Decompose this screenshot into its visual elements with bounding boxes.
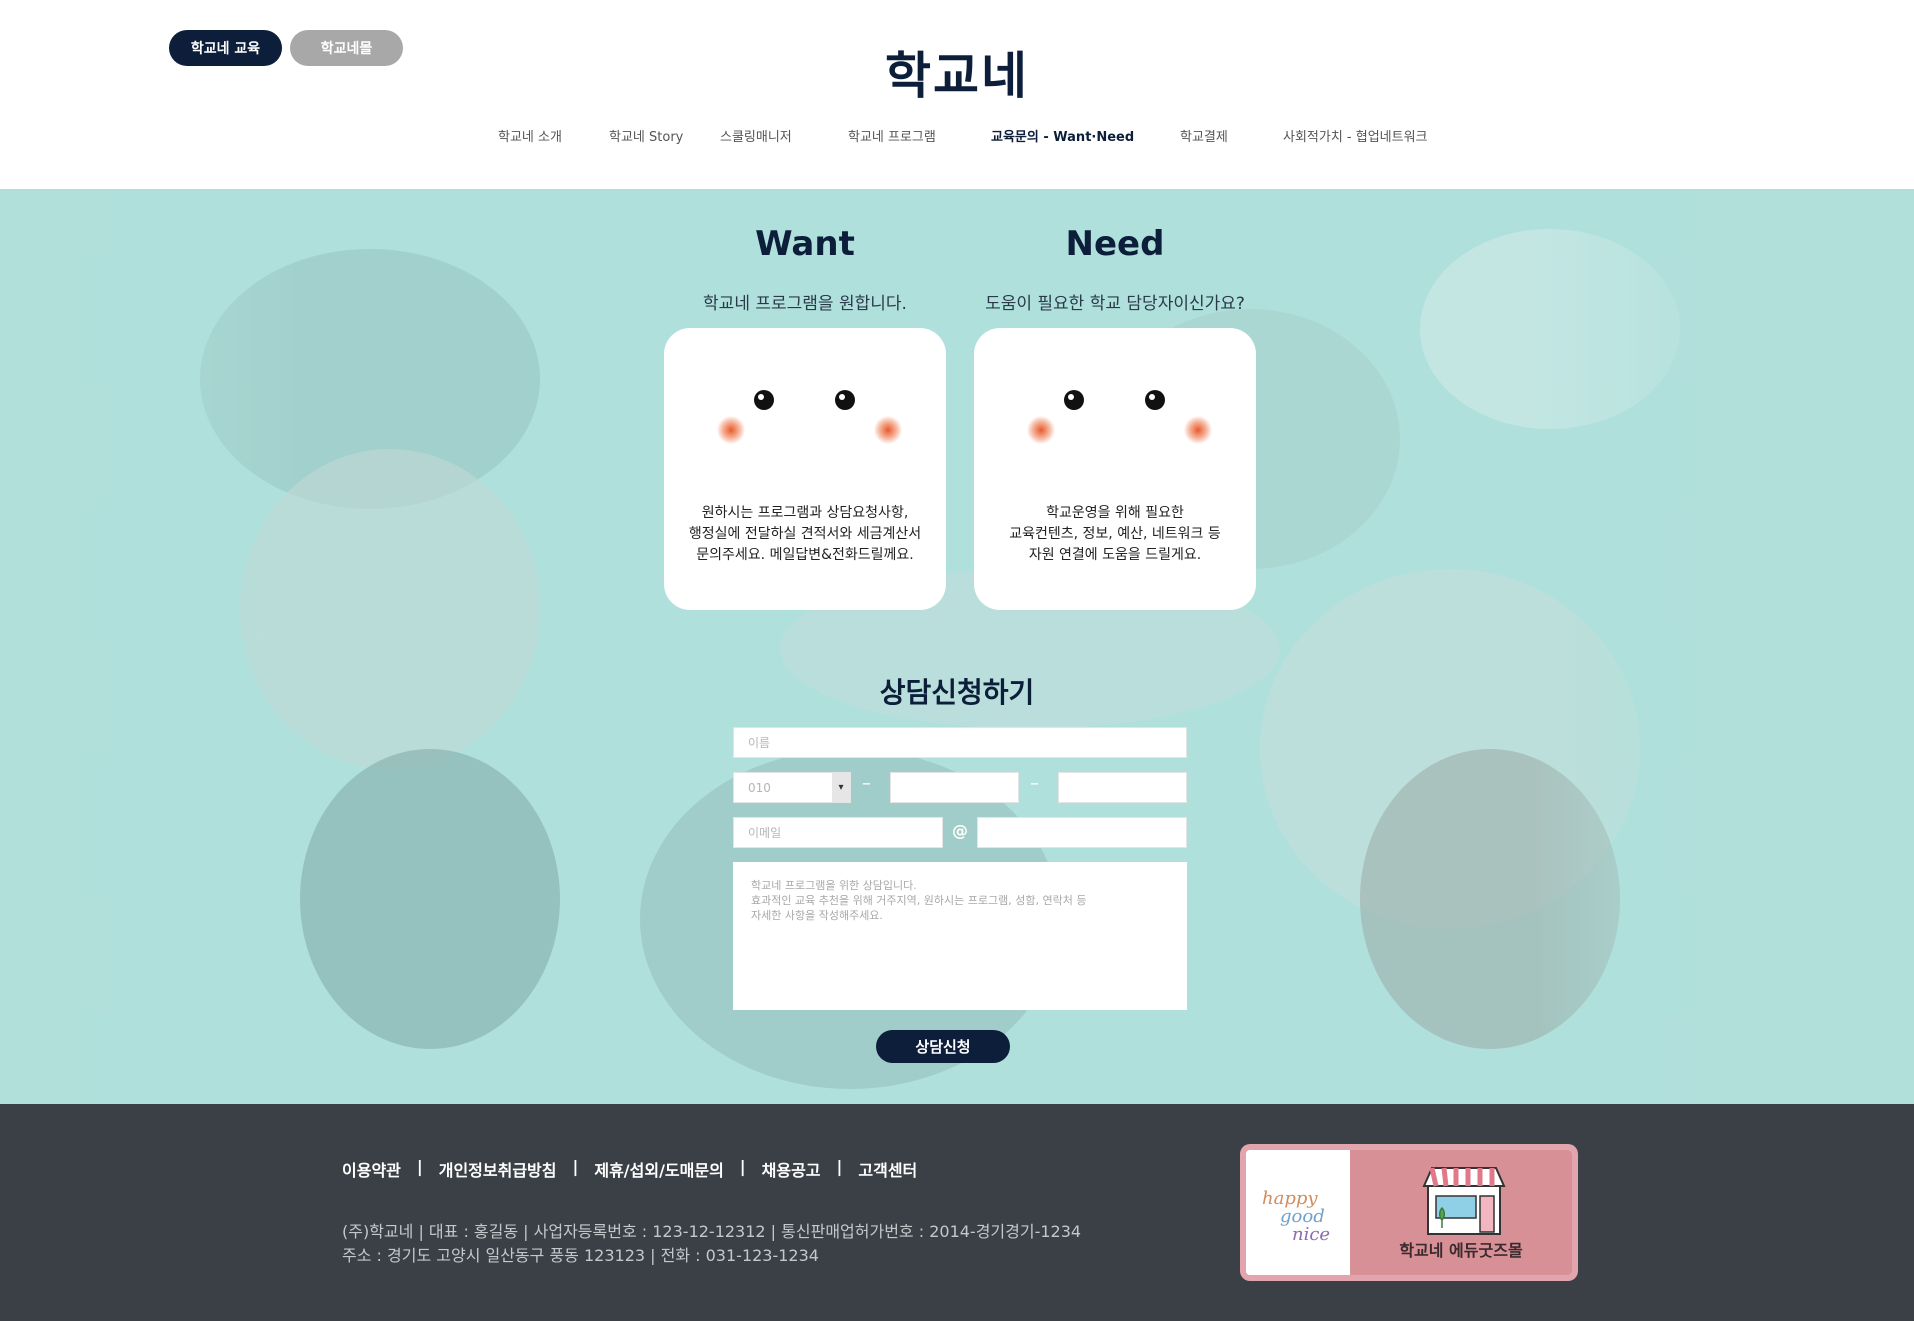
- phone-dash: –: [862, 773, 871, 794]
- right-eye-icon: [1145, 390, 1165, 410]
- phone-prefix-select[interactable]: 010 ▾: [733, 772, 851, 803]
- nav-item-story[interactable]: 학교네 Story: [609, 126, 683, 145]
- company-info: (주)학교네 | 대표 : 홍길동 | 사업자등록번호 : 123-12-123…: [342, 1222, 1082, 1241]
- site-footer: 이용약관 | 개인정보취급방침 | 제휴/섭외/도매문의 | 채용공고 | 고객…: [0, 1104, 1914, 1321]
- left-eye-icon: [1064, 390, 1084, 410]
- company-address: 주소 : 경기도 고양시 일산동구 풍동 123123 | 전화 : 031-1…: [342, 1246, 819, 1265]
- banner-shop-panel: 학교네 에듀굿즈몰: [1350, 1150, 1572, 1275]
- footer-links: 이용약관 | 개인정보취급방침 | 제휴/섭외/도매문의 | 채용공고 | 고객…: [342, 1157, 917, 1181]
- left-eye-icon: [754, 390, 774, 410]
- link-separator: |: [572, 1157, 579, 1176]
- left-cheek-icon: [717, 416, 745, 444]
- inquiry-section: Want 학교네 프로그램을 원합니다. 원하시는 프로그램과 상담요청사항, …: [0, 189, 1914, 1104]
- phone-middle-input[interactable]: [890, 772, 1019, 803]
- customer-center-link[interactable]: 고객센터: [858, 1157, 917, 1181]
- phone-prefix-value: 010: [748, 780, 771, 795]
- need-card[interactable]: 학교운영을 위해 필요한 교육컨텐츠, 정보, 예산, 네트워크 등 자원 연결…: [974, 328, 1256, 610]
- privacy-link[interactable]: 개인정보취급방침: [439, 1157, 557, 1181]
- nav-item-programs[interactable]: 학교네 프로그램: [848, 126, 936, 145]
- partnership-link[interactable]: 제휴/섭외/도매문의: [594, 1157, 723, 1181]
- want-title: Want: [755, 224, 855, 264]
- site-logo[interactable]: 학교네: [0, 36, 1914, 108]
- edu-goods-mall-banner[interactable]: happy good nice 학교네 에듀굿즈몰: [1240, 1144, 1578, 1281]
- right-cheek-icon: [874, 416, 902, 444]
- need-description: 학교운영을 위해 필요한 교육컨텐츠, 정보, 예산, 네트워크 등 자원 연결…: [1009, 505, 1221, 563]
- link-separator: |: [836, 1157, 843, 1176]
- email-domain-input[interactable]: [977, 817, 1187, 848]
- site-header: 학교네 교육 학교네몰 학교네 학교네 소개 학교네 Story 스쿨링매니저 …: [0, 0, 1914, 189]
- banner-frame: happy good nice 학교네 에듀굿즈몰: [1246, 1150, 1572, 1275]
- nav-item-payment[interactable]: 학교결제: [1180, 126, 1228, 145]
- consultation-form-title: 상담신청하기: [879, 676, 1035, 709]
- email-id-input[interactable]: 이메일: [733, 817, 943, 848]
- submit-consultation-button[interactable]: 상담신청: [876, 1030, 1010, 1063]
- want-description: 원하시는 프로그램과 상담요청사항, 행정실에 전달하실 견적서와 세금계산서 …: [688, 505, 922, 563]
- need-subtitle: 도움이 필요한 학교 담당자이신가요?: [985, 294, 1245, 314]
- happy-good-nice-logo: happy good nice: [1246, 1150, 1350, 1275]
- nav-item-about[interactable]: 학교네 소개: [498, 126, 562, 145]
- nav-item-social-value[interactable]: 사회적가치 - 협업네트워크: [1283, 126, 1428, 145]
- want-card[interactable]: 원하시는 프로그램과 상담요청사항, 행정실에 전달하실 견적서와 세금계산서 …: [664, 328, 946, 610]
- terms-link[interactable]: 이용약관: [342, 1157, 401, 1181]
- edu-goods-mall-label: 학교네 에듀굿즈몰: [1399, 1241, 1523, 1260]
- need-title: Need: [1065, 224, 1165, 264]
- nav-item-schooling-manager[interactable]: 스쿨링매니저: [720, 126, 792, 145]
- shop-storefront-icon: [1422, 1167, 1506, 1235]
- left-cheek-icon: [1027, 416, 1055, 444]
- message-textarea[interactable]: 학교네 프로그램을 위한 상담입니다. 효과적인 교육 추천을 위해 거주지역,…: [733, 862, 1187, 1010]
- want-subtitle: 학교네 프로그램을 원합니다.: [703, 294, 907, 314]
- right-eye-icon: [835, 390, 855, 410]
- email-at-symbol: @: [952, 821, 968, 840]
- phone-dash: –: [1030, 773, 1039, 794]
- phone-last-input[interactable]: [1058, 772, 1187, 803]
- name-input[interactable]: 이름: [733, 727, 1187, 758]
- careers-link[interactable]: 채용공고: [762, 1157, 821, 1181]
- nav-item-inquiry[interactable]: 교육문의 - Want·Need: [991, 126, 1134, 145]
- link-separator: |: [739, 1157, 746, 1176]
- right-cheek-icon: [1184, 416, 1212, 444]
- link-separator: |: [416, 1157, 423, 1176]
- main-nav: 학교네 소개 학교네 Story 스쿨링매니저 학교네 프로그램 교육문의 - …: [0, 126, 1914, 148]
- dropdown-arrow-icon[interactable]: ▾: [832, 773, 850, 802]
